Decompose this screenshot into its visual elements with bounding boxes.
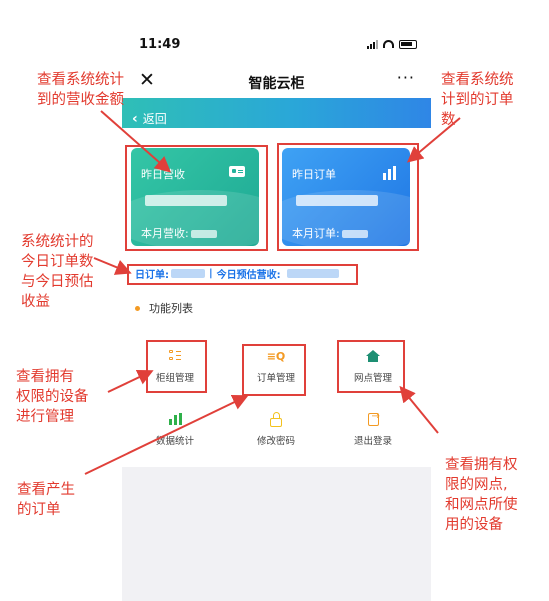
change-password-button[interactable]: 修改密码 [236,409,316,447]
highlight-orders-card [277,143,419,251]
annotation-line: 与今日预估 [21,274,94,290]
annotation-line: 系统统计的 [21,234,94,250]
stats-icon [135,409,215,429]
annotation-line: 查看拥有 [16,369,74,385]
phone-screen: 11:49 ✕ 智能云柜 ··· ‹ 返回 昨日营收 本月营收: 昨日订单 本月… [122,28,431,601]
annotation-line: 查看系统统计 [37,72,124,88]
annotation-line: 查看拥有权 [445,457,518,473]
lock-icon [236,409,316,429]
function-list-header: 功能列表 [135,300,193,316]
nav-bar: ✕ 智能云柜 ··· [122,64,431,98]
logout-button[interactable]: 退出登录 [333,409,413,448]
annotation-line: 进行管理 [16,409,74,425]
logout-icon [333,409,413,429]
status-icons [367,39,417,49]
annotation-line: 权限的设备 [16,389,89,405]
annotated-screenshot: 11:49 ✕ 智能云柜 ··· ‹ 返回 昨日营收 本月营收: 昨日订单 本月… [0,0,549,601]
annotation-line: 和网点所使 [445,497,518,513]
annotation-line: 限的网点, [445,477,508,493]
chevron-left-icon: ‹ [132,110,138,127]
function-label: 退出登录 [353,436,392,447]
function-label: 修改密码 [256,436,295,447]
function-label: 数据统计 [155,436,194,447]
annotation-line: 计到的订单 [441,92,514,108]
status-time: 11:49 [139,37,181,52]
annotation-line: 用的设备 [445,517,503,533]
annotation-line: 查看系统统 [441,72,514,88]
annotation-outlet: 查看拥有权 限的网点, 和网点所使 用的设备 [445,455,518,535]
annotation-orders: 查看系统统 计到的订单 数 [441,70,514,130]
highlight-today-summary [127,264,358,285]
highlight-outlet-management [337,340,405,393]
highlight-cabinet-management [146,340,207,393]
annotation-line: 的订单 [17,502,61,518]
page-title: 智能云柜 [248,76,305,92]
more-menu-button[interactable]: ··· [397,68,415,87]
annotation-line: 查看产生 [17,482,75,498]
annotation-line: 到的营收金额 [37,92,124,108]
section-title: 功能列表 [149,302,193,315]
highlight-order-management [242,344,306,396]
annotation-order-management: 查看产生 的订单 [17,480,75,520]
annotation-today: 系统统计的 今日订单数 与今日预估 收益 [21,232,94,312]
back-button[interactable]: ‹ 返回 [132,110,167,127]
annotation-line: 收益 [21,294,50,310]
highlight-revenue-card [125,145,268,251]
wifi-icon [383,40,394,48]
battery-icon [399,39,417,49]
annotation-revenue: 查看系统统计 到的营收金额 [37,70,124,110]
annotation-line: 今日订单数 [21,254,94,270]
bullet-dot-icon [135,305,140,311]
annotation-cabinet: 查看拥有 权限的设备 进行管理 [16,367,89,427]
status-bar: 11:49 [122,28,431,64]
data-statistics-button[interactable]: 数据统计 [135,409,215,447]
back-label: 返回 [142,112,167,126]
annotation-line: 数 [441,112,456,128]
signal-icon [367,39,378,49]
